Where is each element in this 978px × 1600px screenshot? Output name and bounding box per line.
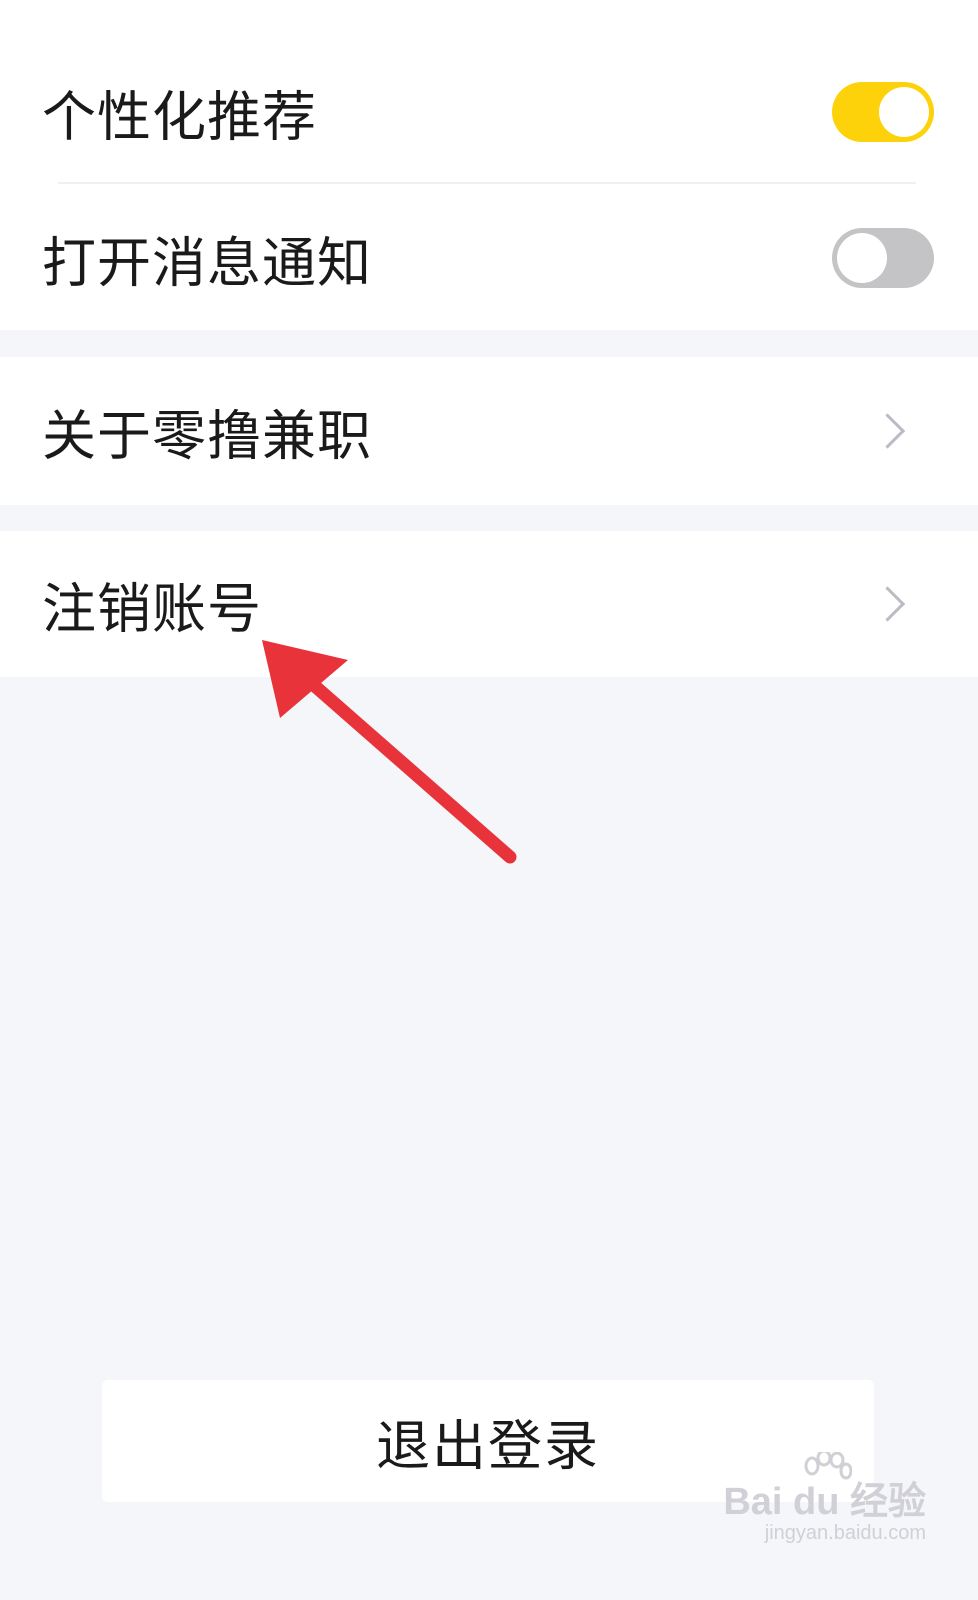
baidu-jingyan-watermark: Bai du 经验 jingyan.baidu.com [723, 1452, 926, 1562]
row-deactivate-account[interactable]: 注销账号 [0, 531, 978, 677]
deactivate-group: 注销账号 [0, 531, 978, 677]
toggle-knob [879, 87, 929, 137]
row-label: 个性化推荐 [42, 85, 317, 149]
toggle-knob [837, 233, 887, 283]
about-group: 关于零撸兼职 [0, 357, 978, 505]
message-notification-toggle[interactable] [832, 228, 934, 288]
row-label: 注销账号 [42, 577, 262, 641]
chevron-right-icon [869, 413, 906, 449]
personalized-recommendation-toggle[interactable] [832, 82, 934, 142]
chevron-right-icon [869, 586, 906, 622]
row-label: 关于零撸兼职 [42, 404, 372, 468]
row-personalized-recommendation[interactable]: 个性化推荐 [0, 38, 978, 186]
row-about-app[interactable]: 关于零撸兼职 [0, 357, 978, 505]
toggle-group: 个性化推荐 打开消息通知 [0, 0, 978, 330]
watermark-url: jingyan.baidu.com [764, 1522, 926, 1544]
row-message-notification[interactable]: 打开消息通知 [0, 184, 978, 332]
row-label: 打开消息通知 [42, 231, 372, 295]
settings-screen: 个性化推荐 打开消息通知 关于零撸兼职 注销账号 退出登录 Bai du 经验 … [0, 0, 978, 1600]
watermark-brand: Bai du 经验 [723, 1481, 926, 1523]
